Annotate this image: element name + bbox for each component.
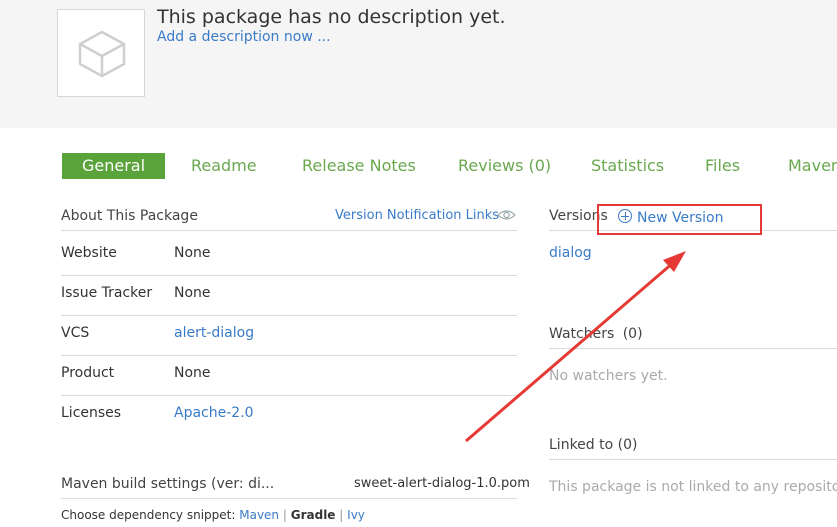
divider <box>61 230 517 231</box>
website-value: None <box>174 245 211 261</box>
issue-tracker-value: None <box>174 285 211 301</box>
tab-readme[interactable]: Readme <box>191 153 257 179</box>
website-label: Website <box>61 245 117 261</box>
separator: | <box>282 508 287 522</box>
linked-section-title: Linked to (0) <box>549 437 638 453</box>
divider <box>61 355 517 356</box>
divider <box>61 315 517 316</box>
divider <box>549 459 837 460</box>
vcs-label: VCS <box>61 325 90 341</box>
snippet-option-gradle[interactable]: Gradle <box>291 508 336 522</box>
tab-release-notes[interactable]: Release Notes <box>302 153 416 179</box>
product-label: Product <box>61 365 115 381</box>
add-description-link[interactable]: Add a description now ... <box>157 29 331 45</box>
version-link[interactable]: dialog <box>549 245 592 261</box>
eye-icon[interactable] <box>497 208 516 222</box>
snippet-option-maven[interactable]: Maven <box>239 508 279 522</box>
snippet-prefix: Choose dependency snippet: <box>61 508 236 522</box>
snippet-option-ivy[interactable]: Ivy <box>347 508 365 522</box>
package-description: This package has no description yet. <box>157 6 506 28</box>
divider <box>61 498 517 499</box>
product-value: None <box>174 365 211 381</box>
tab-maven[interactable]: Maven <box>788 153 837 179</box>
issue-tracker-label: Issue Tracker <box>61 285 153 301</box>
version-notification-link[interactable]: Version Notification Links <box>335 208 499 223</box>
divider <box>549 348 837 349</box>
vcs-link[interactable]: alert-dialog <box>174 325 254 341</box>
not-linked-text: This package is not linked to any reposi… <box>549 479 837 495</box>
watchers-count: (0) <box>622 326 643 342</box>
dependency-snippet-chooser: Choose dependency snippet: Maven | Gradl… <box>61 508 365 522</box>
tab-files[interactable]: Files <box>705 153 740 179</box>
annotation-highlight-box <box>597 204 762 235</box>
tab-statistics[interactable]: Statistics <box>591 153 664 179</box>
licenses-label: Licenses <box>61 405 122 421</box>
package-header: This package has no description yet. Add… <box>0 0 837 128</box>
no-watchers-text: No watchers yet. <box>549 368 668 384</box>
watchers-label: Watchers <box>549 326 615 342</box>
separator: | <box>339 508 344 522</box>
divider <box>61 395 517 396</box>
maven-settings-title: Maven build settings (ver: di... <box>61 476 275 492</box>
watchers-section-title: Watchers (0) <box>549 326 643 342</box>
package-icon <box>57 9 145 97</box>
license-link[interactable]: Apache-2.0 <box>174 405 254 421</box>
about-section-title: About This Package <box>61 208 198 224</box>
tab-general[interactable]: General <box>62 153 166 179</box>
divider <box>61 275 517 276</box>
pom-file-link[interactable]: sweet-alert-dialog-1.0.pom <box>354 476 530 491</box>
tab-reviews[interactable]: Reviews (0) <box>458 153 551 179</box>
